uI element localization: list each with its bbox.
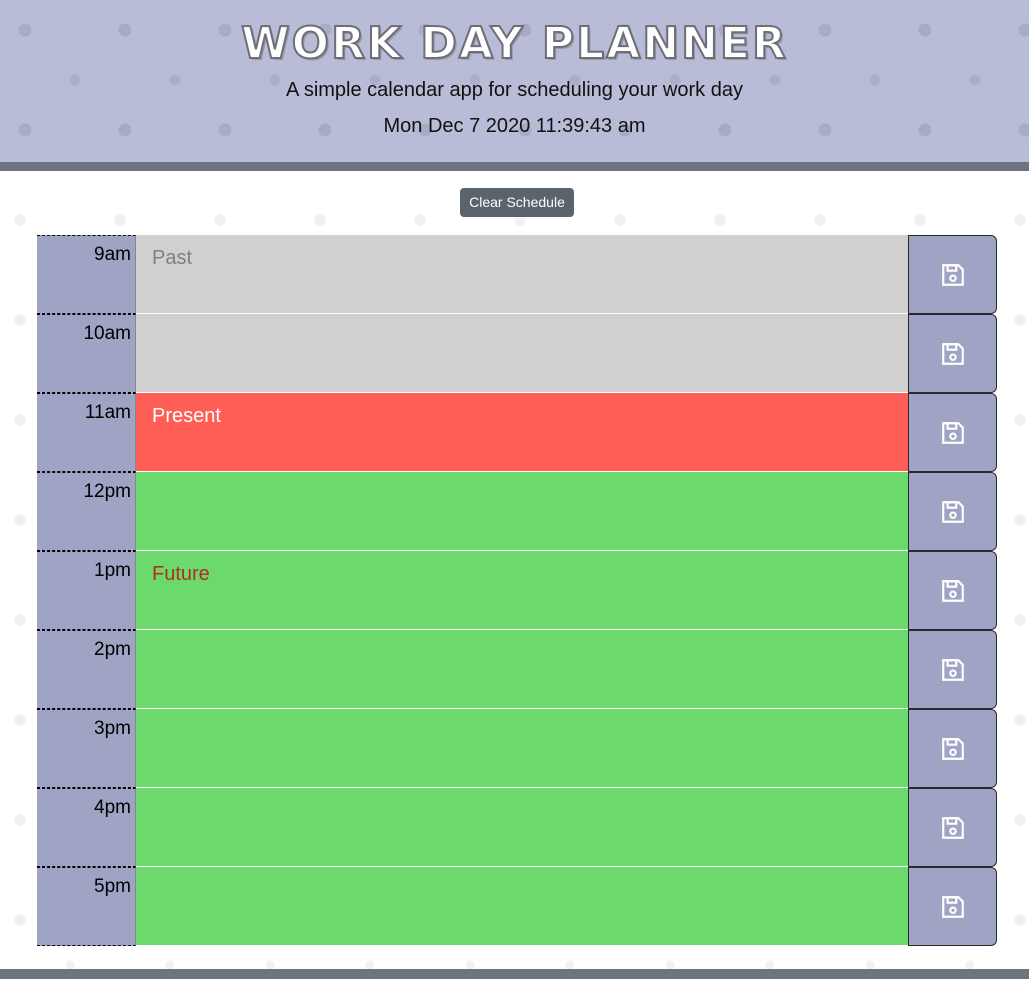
save-button[interactable] <box>908 867 997 946</box>
floppy-disk-icon <box>941 895 964 918</box>
footer-border <box>0 969 1029 979</box>
time-block-row: 2pm <box>37 630 997 709</box>
save-button[interactable] <box>908 630 997 709</box>
save-button[interactable] <box>908 788 997 867</box>
time-block-list: 9am Past 10am 11am Present 12pm 1pm Futu… <box>37 235 997 946</box>
floppy-disk-icon <box>941 737 964 760</box>
floppy-disk-icon <box>941 500 964 523</box>
save-button[interactable] <box>908 314 997 393</box>
event-description-input[interactable] <box>136 314 908 393</box>
page-header: WORK DAY PLANNER A simple calendar app f… <box>0 0 1029 162</box>
time-block-row: 12pm <box>37 472 997 551</box>
hour-label: 12pm <box>37 472 136 551</box>
time-block-row: 1pm Future <box>37 551 997 630</box>
hour-label: 3pm <box>37 709 136 788</box>
event-description-input[interactable]: Future <box>136 551 908 630</box>
floppy-disk-icon <box>941 342 964 365</box>
floppy-disk-icon <box>941 658 964 681</box>
time-block-row: 3pm <box>37 709 997 788</box>
event-description-input[interactable] <box>136 709 908 788</box>
time-block-row: 11am Present <box>37 393 997 472</box>
hour-label: 1pm <box>37 551 136 630</box>
floppy-disk-icon <box>941 579 964 602</box>
event-description-input[interactable] <box>136 472 908 551</box>
hour-label: 11am <box>37 393 136 472</box>
floppy-disk-icon <box>941 816 964 839</box>
save-button[interactable] <box>908 709 997 788</box>
time-block-row: 4pm <box>37 788 997 867</box>
save-button[interactable] <box>908 472 997 551</box>
save-button[interactable] <box>908 551 997 630</box>
hour-label: 10am <box>37 314 136 393</box>
time-block-row: 9am Past <box>37 235 997 314</box>
hour-label: 9am <box>37 235 136 314</box>
hour-label: 4pm <box>37 788 136 867</box>
event-description-input[interactable] <box>136 630 908 709</box>
header-border <box>0 162 1029 171</box>
event-description-input[interactable]: Past <box>136 235 908 314</box>
hour-label: 5pm <box>37 867 136 946</box>
floppy-disk-icon <box>941 421 964 444</box>
clear-schedule-button[interactable]: Clear Schedule <box>460 188 574 217</box>
floppy-disk-icon <box>941 263 964 286</box>
hour-label: 2pm <box>37 630 136 709</box>
page-subtitle: A simple calendar app for scheduling you… <box>286 79 743 101</box>
time-block-row: 5pm <box>37 867 997 946</box>
current-datetime: Mon Dec 7 2020 11:39:43 am <box>383 115 646 137</box>
event-description-input[interactable]: Present <box>136 393 908 472</box>
save-button[interactable] <box>908 393 997 472</box>
event-description-input[interactable] <box>136 788 908 867</box>
time-block-row: 10am <box>37 314 997 393</box>
save-button[interactable] <box>908 235 997 314</box>
page-title: WORK DAY PLANNER <box>240 17 788 70</box>
event-description-input[interactable] <box>136 867 908 946</box>
